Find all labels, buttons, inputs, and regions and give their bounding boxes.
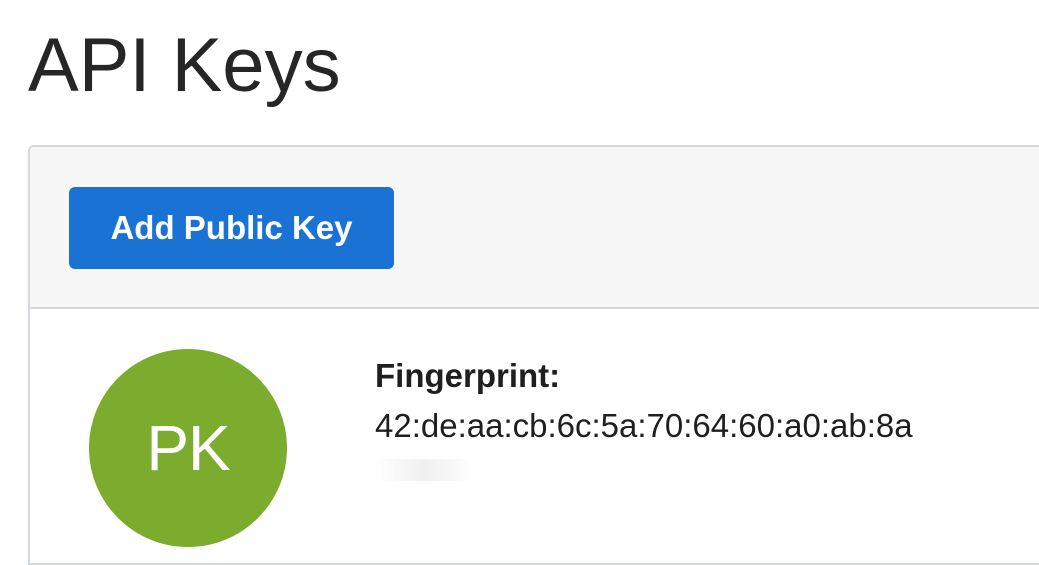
fingerprint-value: 42:de:aa:cb:6c:5a:70:64:60:a0:ab:8a	[375, 407, 913, 444]
redacted-text	[375, 459, 475, 481]
add-public-key-button[interactable]: Add Public Key	[69, 187, 394, 269]
api-keys-panel: Add Public Key PK Fingerprint: 42:de:aa:…	[28, 145, 1039, 565]
panel-toolbar: Add Public Key	[30, 147, 1039, 309]
key-avatar: PK	[89, 349, 287, 547]
fingerprint-label: Fingerprint:	[375, 357, 561, 394]
page-title: API Keys	[28, 23, 341, 108]
api-key-row: PK Fingerprint: 42:de:aa:cb:6c:5a:70:64:…	[30, 309, 1039, 563]
